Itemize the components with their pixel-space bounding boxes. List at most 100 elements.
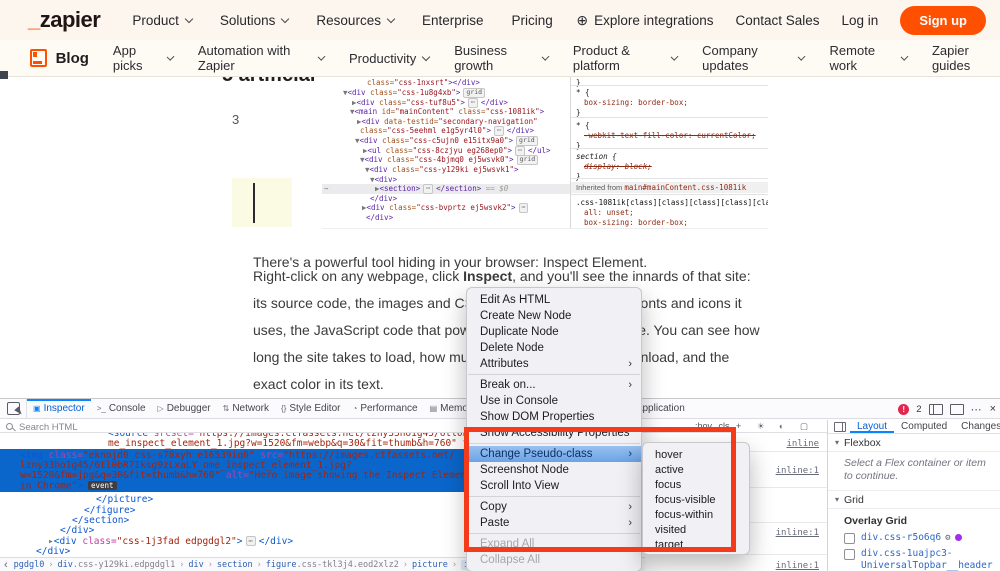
rule-source-link[interactable]: inline:1 (776, 466, 819, 476)
code-line[interactable]: ▸<div class="css-1j3fad edpgdgl2"> ⋯ </div… (48, 536, 293, 547)
blog-nav-company-updates[interactable]: Company updates (702, 43, 806, 73)
menu-item-screenshot-node[interactable]: Screenshot Node (467, 462, 641, 478)
devtools-tab-inspector[interactable]: ▣ Inspector (27, 398, 91, 419)
code-line[interactable]: ▼<div class="css-y129ki ej5wsvk1"> (365, 165, 519, 174)
code-line[interactable]: ▶<div class="css-bvprtz ej5wsvk2"> ⋯ (362, 203, 531, 213)
breadcrumb-picture[interactable]: picture (412, 560, 448, 570)
rule-source-link[interactable]: inline (786, 439, 819, 449)
code-line[interactable]: </div> (370, 194, 397, 203)
code-line[interactable]: ▶<div data-testid="secondary-navigation" (357, 117, 538, 126)
nav-pricing[interactable]: Pricing (511, 13, 552, 28)
breadcrumb-div[interactable]: div (188, 560, 203, 570)
code-line[interactable]: w=1520&fm=jpg&q=30&fit=thumb&h=760" alt=… (20, 471, 466, 481)
code-line[interactable]: ▼<main id="mainContent" class="css-1081i… (350, 107, 544, 116)
menu-item-create-new-node[interactable]: Create New Node (467, 308, 641, 324)
menu-item-use-in-console[interactable]: Use in Console (467, 393, 641, 409)
light-theme-icon[interactable]: ☀ (757, 421, 765, 432)
contact-sales-link[interactable]: Contact Sales (735, 13, 819, 28)
zapier-logo[interactable]: _zapier (28, 7, 101, 33)
pseudo-class-focus-within[interactable]: focus-within (643, 507, 749, 522)
menu-item-duplicate-node[interactable]: Duplicate Node (467, 324, 641, 340)
menu-item-edit-as-html[interactable]: Edit As HTML (467, 292, 641, 308)
grid-overlay-checkbox[interactable] (844, 533, 855, 544)
blog-nav-productivity[interactable]: Productivity (349, 51, 431, 66)
add-rule-button[interactable]: + (736, 421, 741, 431)
menu-item-break-on[interactable]: Break on... › (467, 377, 641, 393)
nav-enterprise[interactable]: Enterprise (422, 13, 484, 28)
menu-item-scroll-into-view[interactable]: Scroll Into View (467, 478, 641, 494)
pick-element-button[interactable] (0, 398, 27, 419)
menu-item-paste[interactable]: Paste › (467, 515, 641, 531)
blog-nav-zapier-guides[interactable]: Zapier guides (932, 43, 1000, 73)
code-line[interactable]: class="css-1nxsrt"></div> (367, 78, 480, 87)
nav-solutions[interactable]: Solutions (220, 13, 290, 28)
pseudo-class-toggle[interactable]: :hov (695, 421, 712, 431)
login-link[interactable]: Log in (842, 13, 879, 28)
blog-title[interactable]: Blog (56, 50, 89, 67)
rule-source-link[interactable]: inline:1 (776, 561, 819, 571)
blog-nav-remote-work[interactable]: Remote work (830, 43, 909, 73)
menu-item-copy[interactable]: Copy › (467, 499, 641, 515)
devtools-tab-performance[interactable]: ◔ Performance (346, 399, 423, 419)
devtools-tab-network[interactable]: ⇅ Network (217, 399, 275, 419)
breadcrumb-figure[interactable]: figure .css-tkl3j4.eod2xlz2 (266, 560, 399, 570)
code-line[interactable]: </div> (60, 526, 94, 536)
grid-section-header[interactable]: ▾ Grid (828, 491, 1000, 509)
grid-color-dot[interactable] (954, 534, 962, 541)
pseudo-class-focus[interactable]: focus (643, 477, 749, 492)
code-line[interactable]: </div> (36, 547, 70, 557)
error-badge-icon[interactable]: ! (898, 403, 910, 415)
grid-overlay-name[interactable]: div.css-​1uajpc3-​UniversalTopbar__heade… (861, 548, 994, 571)
close-devtools-icon[interactable]: × (990, 403, 996, 415)
code-line[interactable]: in Chrome"> event (20, 481, 117, 492)
blog-nav-product-platform[interactable]: Product & platform (573, 43, 679, 73)
sidebar-tab-layout[interactable]: Layout (850, 420, 894, 433)
pseudo-class-focus-visible[interactable]: focus-visible (643, 492, 749, 507)
devtools-menu-icon[interactable]: ⋯ (971, 403, 983, 416)
sidebar-tab-changes[interactable]: Changes (954, 420, 1000, 433)
print-media-icon[interactable]: ▢ (800, 421, 808, 432)
code-line[interactable]: ▶<section> ⋯ </section> == $0 (375, 184, 508, 194)
devtools-tab-console[interactable]: >_ Console (91, 399, 152, 419)
responsive-mode-icon[interactable] (928, 403, 943, 415)
menu-item-attributes[interactable]: Attributes › (467, 356, 641, 372)
code-line[interactable]: ▼<div class="css-c5ujn0 e15itx9a0"> grid (355, 136, 541, 146)
gear-icon[interactable]: ⚙ (945, 533, 950, 543)
grid-overlay-checkbox[interactable] (844, 549, 855, 560)
grid-overlay-name[interactable]: div.css-​r5o6q6 ⚙ (861, 532, 962, 544)
menu-item-show-dom-properties[interactable]: Show DOM Properties (467, 409, 641, 425)
breadcrumb-scroll-icon[interactable]: ‹ (4, 559, 8, 571)
code-line[interactable]: ▶<ul class="css-8czjyu eg268ep0"> ⋯ </ul> (363, 146, 551, 156)
color-scheme-icon[interactable]: ◐ (779, 421, 784, 431)
pseudo-class-visited[interactable]: visited (643, 522, 749, 537)
menu-item-show-accessibility-properties[interactable]: Show Accessibility Properties (467, 425, 641, 441)
sidebar-tab-computed[interactable]: Computed (894, 420, 954, 433)
code-line[interactable]: </picture> (96, 495, 153, 505)
breadcrumb-div[interactable]: div .css-y129ki.edpgdgl1 (58, 560, 176, 570)
menu-item-delete-node[interactable]: Delete Node (467, 340, 641, 356)
blog-nav-app-picks[interactable]: App picks (113, 43, 175, 73)
code-line[interactable]: ▼<div class="css-4bjmq0 ej5wsvk0"> grid (360, 155, 541, 165)
search-html-input[interactable] (17, 420, 321, 434)
split-console-icon[interactable] (949, 403, 964, 415)
flexbox-section-header[interactable]: ▾ Flexbox (828, 434, 1000, 452)
nav-product[interactable]: Product (132, 13, 194, 28)
class-toggle[interactable]: .cls (716, 421, 730, 431)
code-line[interactable]: ▶<div class="css-tuf8u5"> ⋯ </div> (352, 98, 508, 108)
blog-nav-automation-with-zapier[interactable]: Automation with Zapier (198, 43, 326, 73)
devtools-tab-style-editor[interactable]: {} Style Editor (275, 399, 346, 419)
pseudo-class-hover[interactable]: hover (643, 447, 749, 462)
menu-item-change-pseudo-class[interactable]: Change Pseudo-class › (467, 446, 641, 462)
rule-source-link[interactable]: inline:1 (776, 528, 819, 538)
code-line[interactable]: ▼<div class="css-1u8g4xb"> grid (343, 88, 488, 98)
code-line[interactable]: </div> (366, 213, 393, 222)
pseudo-class-active[interactable]: active (643, 462, 749, 477)
pseudo-class-target[interactable]: target (643, 537, 749, 552)
code-line[interactable]: ▼<div> (370, 175, 397, 184)
signup-button[interactable]: Sign up (900, 5, 986, 35)
breadcrumb-pgdgl0[interactable]: pgdgl0 (14, 560, 45, 570)
breadcrumb-section[interactable]: section (217, 560, 253, 570)
explore-integrations-link[interactable]: ⊕ Explore integrations (576, 12, 713, 29)
nav-resources[interactable]: Resources (316, 13, 396, 28)
code-line[interactable]: class="css-5eehml e1g5yr4l0"> ⋯ </div> (360, 126, 534, 136)
